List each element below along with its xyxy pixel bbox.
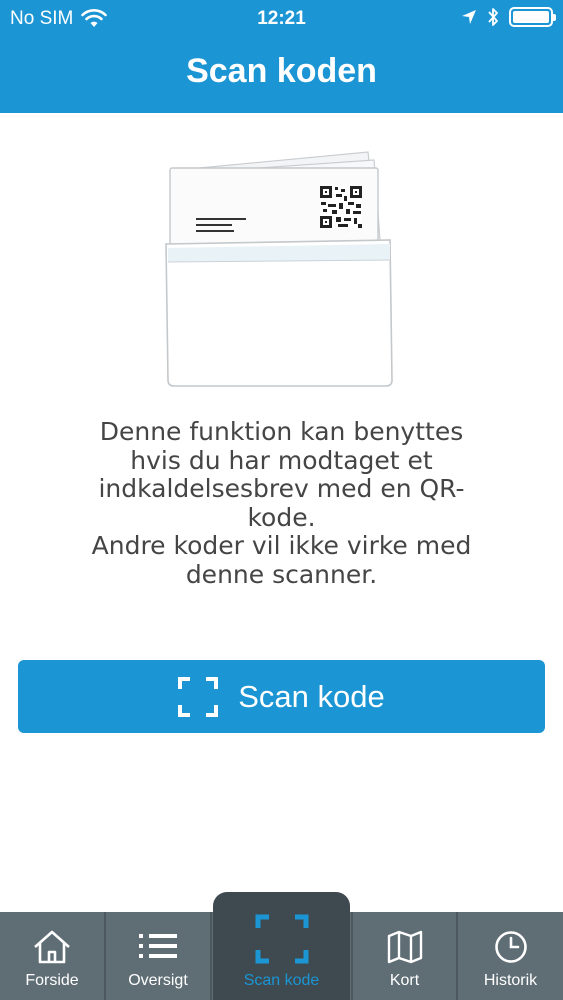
location-arrow-icon xyxy=(462,10,476,24)
tab-divider xyxy=(210,912,212,1000)
tab-scan-kode[interactable]: Scan kode xyxy=(213,892,350,1000)
bluetooth-icon xyxy=(488,8,498,26)
qr-code-icon xyxy=(320,186,362,228)
tab-historik[interactable]: Historik xyxy=(458,912,563,1000)
scan-instructions: Denne funktion kan benyttes hvis du har … xyxy=(91,417,472,589)
home-icon xyxy=(34,930,70,964)
scan-screen: No SIM 12:21 Scan koden Denne funktion k… xyxy=(0,0,563,1000)
tab-label: Scan kode xyxy=(243,972,320,989)
list-icon xyxy=(139,934,177,958)
tab-oversigt[interactable]: Oversigt xyxy=(106,912,210,1000)
page-title: Scan koden xyxy=(186,52,377,90)
scan-frame-icon xyxy=(178,676,219,717)
clock-icon xyxy=(494,931,527,963)
tab-label: Forside xyxy=(25,972,79,989)
scan-code-button[interactable]: Scan kode xyxy=(18,660,545,733)
tab-forside[interactable]: Forside xyxy=(0,912,104,1000)
tab-kort[interactable]: Kort xyxy=(353,912,456,1000)
scan-frame-icon xyxy=(255,914,308,964)
map-icon xyxy=(387,930,422,964)
tab-label: Historik xyxy=(483,972,538,989)
letter-envelope-illustration xyxy=(165,151,393,387)
battery-icon xyxy=(509,7,556,27)
tab-label: Kort xyxy=(389,972,420,989)
scan-code-button-label: Scan kode xyxy=(238,678,385,714)
status-bar: No SIM 12:21 xyxy=(0,0,563,38)
tab-label: Oversigt xyxy=(128,972,188,989)
